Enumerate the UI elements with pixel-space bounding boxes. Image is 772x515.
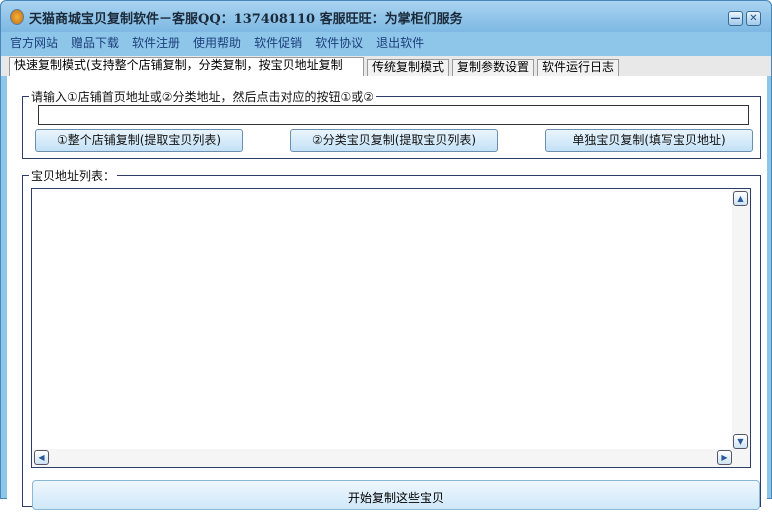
minimize-button[interactable]: — — [728, 11, 743, 26]
window-title: 天猫商城宝贝复制软件－客服QQ：137408110 客服旺旺：为掌柜们服务 — [29, 12, 463, 27]
tab-bar: 快速复制模式(支持整个店铺复制，分类复制，按宝贝地址复制 传统复制模式 复制参数… — [1, 56, 771, 76]
menu-agreement[interactable]: 软件协议 — [315, 32, 363, 56]
category-copy-button[interactable]: ②分类宝贝复制(提取宝贝列表) — [290, 129, 498, 152]
vertical-scrollbar[interactable]: ▲ ▼ — [732, 189, 750, 449]
menu-register[interactable]: 软件注册 — [132, 32, 180, 56]
close-button[interactable]: ✕ — [746, 11, 761, 26]
menu-gift-download[interactable]: 赠品下载 — [71, 32, 119, 56]
scroll-down-icon[interactable]: ▼ — [733, 434, 748, 449]
tab-quick-copy[interactable]: 快速复制模式(支持整个店铺复制，分类复制，按宝贝地址复制 — [9, 57, 364, 76]
scroll-up-icon[interactable]: ▲ — [733, 191, 748, 206]
title-bar: 天猫商城宝贝复制软件－客服QQ：137408110 客服旺旺：为掌柜们服务 — … — [1, 1, 771, 32]
menu-promotion[interactable]: 软件促销 — [254, 32, 302, 56]
url-input[interactable] — [38, 105, 749, 125]
start-copy-button[interactable]: 开始复制这些宝贝 — [32, 480, 760, 510]
shop-copy-button[interactable]: ①整个店铺复制(提取宝贝列表) — [35, 129, 243, 152]
list-group-legend: 宝贝地址列表： — [31, 169, 116, 183]
tab-run-log[interactable]: 软件运行日志 — [537, 59, 620, 76]
tab-copy-settings[interactable]: 复制参数设置 — [452, 59, 535, 76]
menu-help[interactable]: 使用帮助 — [193, 32, 241, 56]
scroll-left-icon[interactable]: ◀ — [34, 450, 49, 465]
menu-bar: 官方网站 赠品下载 软件注册 使用帮助 软件促销 软件协议 退出软件 — [1, 32, 771, 56]
app-logo-icon — [10, 9, 24, 25]
app-window: 天猫商城宝贝复制软件－客服QQ：137408110 客服旺旺：为掌柜们服务 — … — [0, 0, 772, 510]
horizontal-scrollbar[interactable]: ◀ ▶ — [32, 449, 750, 467]
scroll-right-icon[interactable]: ▶ — [717, 450, 732, 465]
tab-traditional-copy[interactable]: 传统复制模式 — [367, 59, 450, 76]
single-copy-button[interactable]: 单独宝贝复制(填写宝贝地址) — [545, 129, 753, 152]
menu-official-site[interactable]: 官方网站 — [10, 32, 58, 56]
menu-exit[interactable]: 退出软件 — [376, 32, 424, 56]
input-group-legend: 请输入①店铺首页地址或②分类地址，然后点击对应的按钮①或② — [31, 90, 375, 104]
item-url-list[interactable]: ▲ ▼ ◀ ▶ — [31, 188, 751, 468]
